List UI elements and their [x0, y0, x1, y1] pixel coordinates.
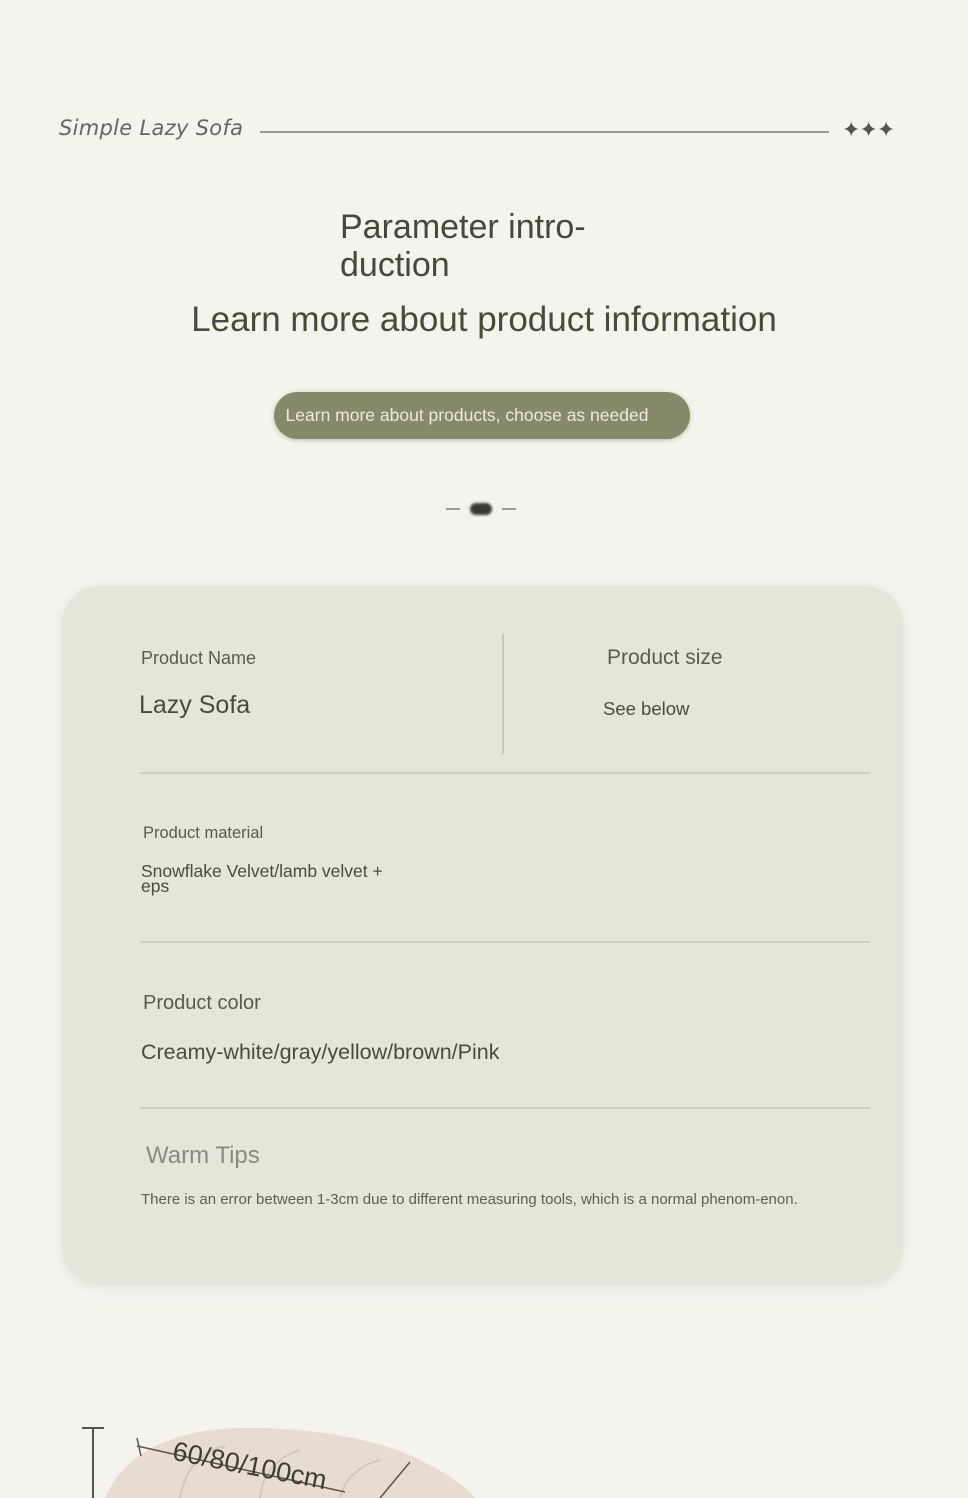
- sofa-illustration: [0, 1380, 968, 1498]
- info-pill-button[interactable]: Learn more about products, choose as nee…: [274, 392, 690, 439]
- product-color-label: Product color: [143, 992, 261, 1014]
- product-material-value: Snowflake Velvet/lamb velvet + eps: [141, 861, 383, 896]
- header-divider: [260, 131, 829, 133]
- carousel-indicator: [446, 501, 516, 517]
- row-divider: [140, 941, 870, 943]
- section-subtitle: Learn more about product information: [191, 300, 777, 339]
- brand-title: Simple Lazy Sofa: [59, 116, 244, 140]
- product-color-value: Creamy-white/gray/yellow/brown/Pink: [141, 1040, 500, 1064]
- product-name-value: Lazy Sofa: [139, 691, 251, 719]
- row-divider: [140, 772, 870, 774]
- row-divider: [140, 1107, 870, 1109]
- warm-tips-text: There is an error between 1-3cm due to d…: [141, 1191, 798, 1208]
- product-size-value: See below: [603, 698, 690, 719]
- parameter-card: Product Name Lazy Sofa Product size See …: [62, 586, 903, 1285]
- product-size-label: Product size: [607, 646, 723, 669]
- indicator-dot-active: [470, 503, 492, 515]
- indicator-dash-right: [502, 508, 516, 510]
- product-material-label: Product material: [143, 824, 264, 842]
- indicator-dash-left: [446, 508, 460, 510]
- column-divider: [502, 634, 504, 754]
- section-title: Parameter intro-duction: [340, 208, 586, 284]
- product-name-label: Product Name: [141, 648, 257, 668]
- warm-tips-label: Warm Tips: [146, 1142, 260, 1169]
- sparkle-icon: ✦✦✦: [842, 117, 895, 142]
